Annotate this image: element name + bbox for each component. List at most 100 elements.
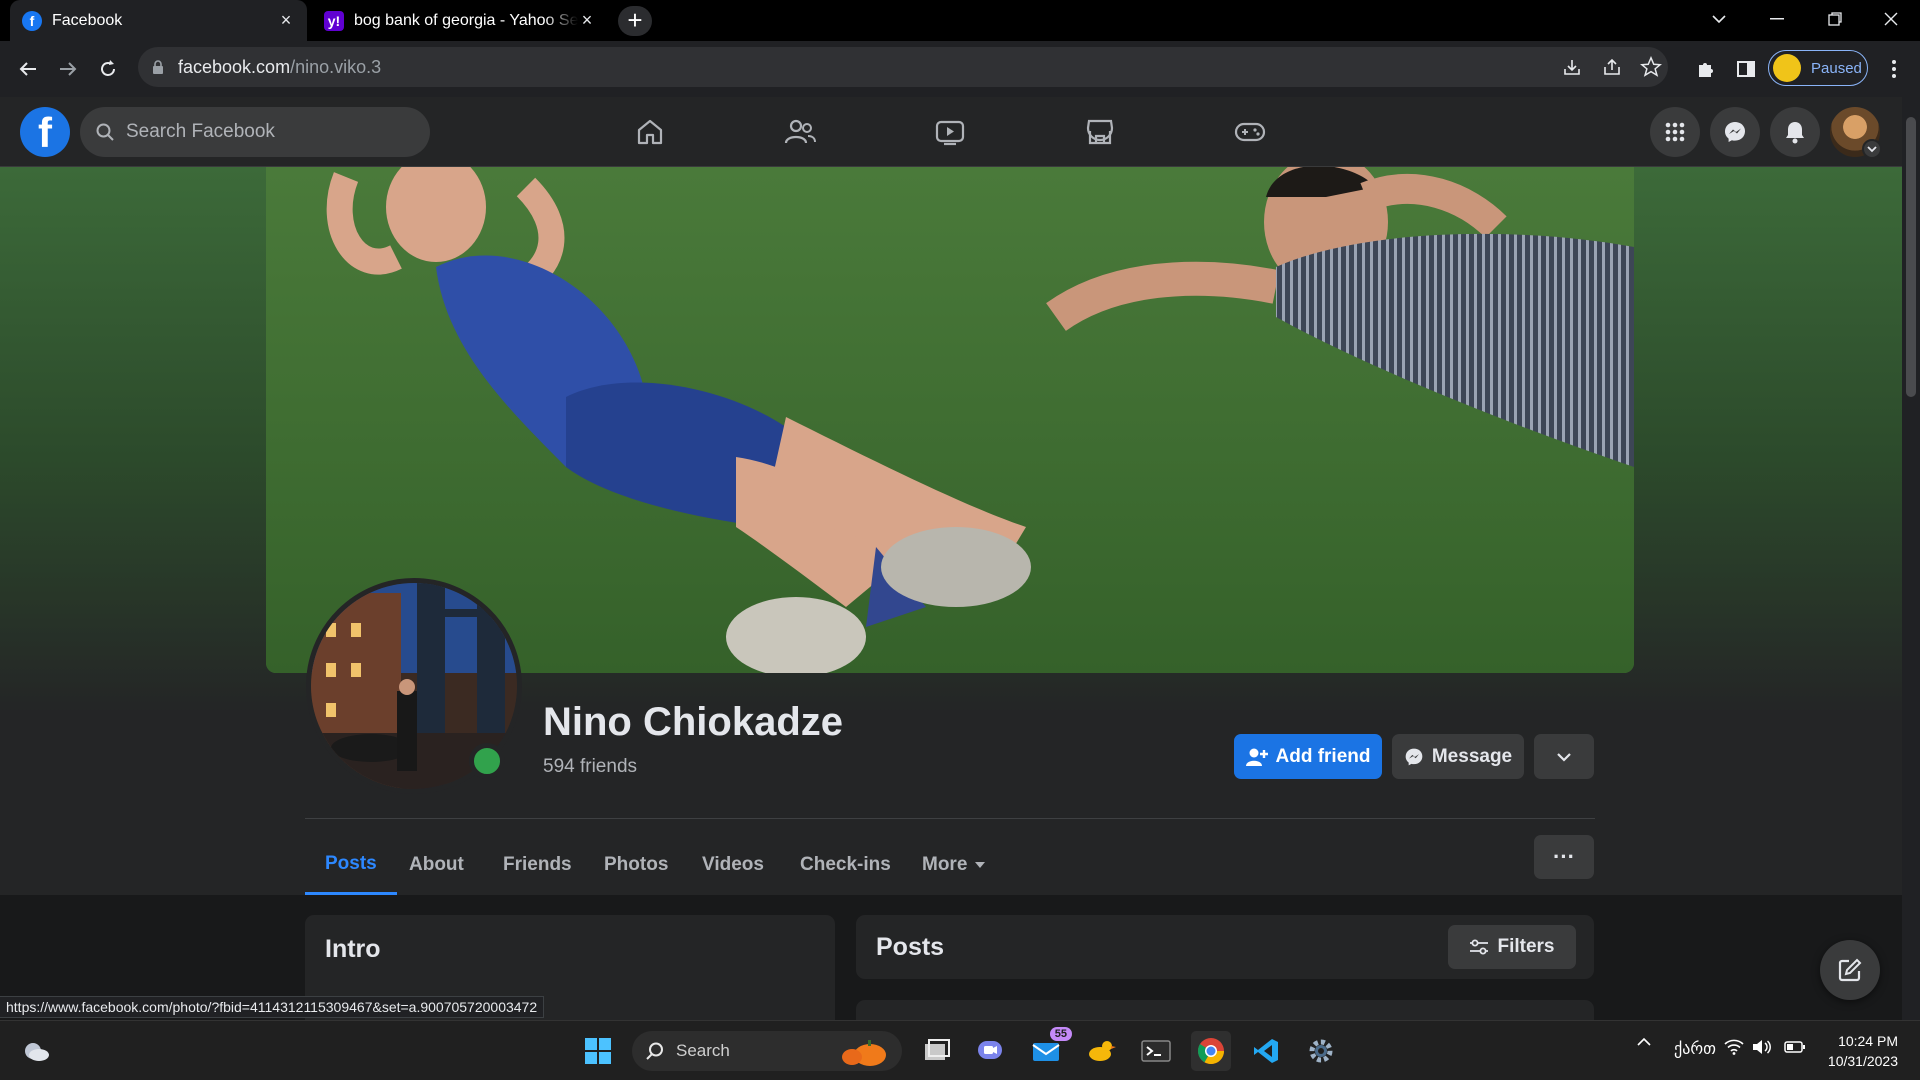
add-friend-button[interactable]: Add friend bbox=[1234, 734, 1382, 779]
facebook-favicon-icon: f bbox=[22, 10, 42, 31]
search-input[interactable] bbox=[126, 121, 406, 143]
facebook-header: f bbox=[0, 97, 1902, 167]
tab-more[interactable]: More bbox=[902, 835, 1005, 895]
friends-count[interactable]: 594 friends bbox=[543, 756, 637, 778]
nav-marketplace-icon[interactable] bbox=[1077, 109, 1123, 155]
profile-paused-button[interactable]: Paused bbox=[1768, 50, 1868, 86]
yahoo-favicon-icon: y! bbox=[324, 10, 344, 31]
tab-close-icon[interactable]: × bbox=[277, 10, 295, 31]
back-icon[interactable] bbox=[14, 55, 42, 83]
link-hover-status: https://www.facebook.com/photo/?fbid=411… bbox=[0, 996, 545, 1018]
vscode-icon[interactable] bbox=[1246, 1031, 1286, 1071]
tab-search-icon[interactable] bbox=[1690, 0, 1748, 38]
tab-friends[interactable]: Friends bbox=[483, 835, 592, 895]
tab-videos[interactable]: Videos bbox=[682, 835, 784, 895]
tab-posts[interactable]: Posts bbox=[305, 835, 397, 895]
tab-title: bog bank of georgia - Yahoo Se bbox=[354, 11, 578, 29]
more-options-button[interactable]: ··· bbox=[1534, 835, 1594, 879]
facebook-logo[interactable]: f bbox=[20, 107, 70, 157]
reload-icon[interactable] bbox=[94, 55, 122, 83]
restore-icon[interactable] bbox=[1806, 0, 1864, 38]
weather-widget-icon[interactable] bbox=[16, 1031, 56, 1071]
browser-toolbar: facebook.com/nino.viko.3 Paused bbox=[0, 41, 1920, 97]
show-hidden-icons-chevron-icon[interactable] bbox=[1636, 1037, 1652, 1047]
profile-avatar-icon bbox=[1773, 54, 1801, 82]
menu-grid-icon[interactable] bbox=[1650, 107, 1700, 157]
mail-unread-badge: 55 bbox=[1049, 1027, 1072, 1041]
nav-friends-icon[interactable] bbox=[777, 109, 823, 155]
profile-status-label: Paused bbox=[1811, 59, 1862, 77]
clock-date: 10/31/2023 bbox=[1827, 1053, 1898, 1069]
tab-close-icon[interactable]: × bbox=[578, 10, 596, 31]
tab-title: Facebook bbox=[52, 11, 123, 29]
install-app-icon[interactable] bbox=[1562, 57, 1582, 77]
profile-divider bbox=[305, 818, 1595, 819]
tab-more-label: More bbox=[922, 854, 968, 875]
posts-title: Posts bbox=[876, 933, 945, 961]
windows-taskbar: Search 55 ქართ 10:24 PM 10/31/2023 bbox=[0, 1020, 1920, 1080]
chrome-taskbar-icon[interactable] bbox=[1191, 1031, 1231, 1071]
messenger-icon[interactable] bbox=[1710, 107, 1760, 157]
task-view-icon[interactable] bbox=[917, 1031, 957, 1071]
new-tab-button[interactable]: + bbox=[618, 6, 652, 36]
account-avatar[interactable] bbox=[1830, 107, 1882, 159]
chevron-down-icon bbox=[1557, 752, 1571, 762]
add-friend-label: Add friend bbox=[1275, 745, 1371, 767]
posts-header-card: Posts Filters bbox=[856, 915, 1594, 979]
forward-icon[interactable] bbox=[54, 55, 82, 83]
lock-icon[interactable] bbox=[152, 59, 164, 75]
system-clock[interactable]: 10:24 PM 10/31/2023 bbox=[1818, 1031, 1898, 1071]
message-label: Message bbox=[1431, 745, 1513, 767]
compose-icon bbox=[1838, 958, 1862, 982]
share-icon[interactable] bbox=[1602, 57, 1622, 77]
page-scrollbar[interactable] bbox=[1902, 97, 1920, 1020]
nav-home-icon[interactable] bbox=[627, 109, 673, 155]
settings-gear-icon[interactable] bbox=[1301, 1031, 1341, 1071]
mail-icon[interactable]: 55 bbox=[1026, 1027, 1072, 1071]
online-status-indicator bbox=[469, 743, 505, 779]
address-bar[interactable]: facebook.com/nino.viko.3 bbox=[138, 47, 1668, 87]
add-person-icon bbox=[1245, 748, 1268, 766]
chevron-down-icon bbox=[1862, 139, 1882, 159]
search-icon bbox=[96, 123, 114, 141]
pumpkin-icon bbox=[842, 1040, 886, 1066]
taskbar-search-label: Search bbox=[676, 1041, 730, 1060]
intro-title: Intro bbox=[325, 935, 381, 963]
windows-start-icon[interactable] bbox=[578, 1031, 618, 1071]
browser-tab-yahoo[interactable]: y! bog bank of georgia - Yahoo Se × bbox=[312, 0, 608, 41]
minimize-icon[interactable] bbox=[1748, 0, 1806, 38]
bookmark-star-icon[interactable] bbox=[1640, 56, 1662, 78]
tab-check-ins[interactable]: Check-ins bbox=[780, 835, 911, 895]
filters-label: Filters bbox=[1497, 936, 1555, 957]
search-icon bbox=[646, 1042, 663, 1060]
volume-icon[interactable] bbox=[1752, 1039, 1772, 1055]
browser-tab-facebook[interactable]: f Facebook × bbox=[10, 0, 307, 41]
scrollbar-thumb[interactable] bbox=[1906, 117, 1916, 397]
message-button[interactable]: Message bbox=[1392, 734, 1524, 779]
wifi-icon[interactable] bbox=[1724, 1039, 1744, 1055]
duck-app-icon[interactable] bbox=[1081, 1031, 1121, 1071]
terminal-icon[interactable] bbox=[1136, 1031, 1176, 1071]
profile-name: Nino Chiokadze bbox=[543, 700, 844, 744]
battery-icon[interactable] bbox=[1784, 1040, 1806, 1054]
taskbar-search[interactable]: Search bbox=[632, 1031, 902, 1071]
browser-tab-strip: f Facebook × y! bog bank of georgia - Ya… bbox=[0, 0, 1920, 41]
extensions-icon[interactable] bbox=[1692, 55, 1720, 83]
side-panel-icon[interactable] bbox=[1732, 55, 1760, 83]
facebook-search[interactable] bbox=[80, 107, 430, 157]
url-text: facebook.com/nino.viko.3 bbox=[178, 56, 382, 77]
profile-options-dropdown[interactable] bbox=[1534, 734, 1594, 779]
chrome-menu-icon[interactable] bbox=[1880, 55, 1908, 83]
tab-about[interactable]: About bbox=[389, 835, 484, 895]
nav-gaming-icon[interactable] bbox=[1227, 109, 1273, 155]
filters-button[interactable]: Filters bbox=[1448, 925, 1576, 969]
input-language[interactable]: ქართ bbox=[1674, 1039, 1716, 1059]
close-window-icon[interactable] bbox=[1862, 0, 1920, 38]
filter-sliders-icon bbox=[1470, 939, 1489, 955]
nav-watch-icon[interactable] bbox=[927, 109, 973, 155]
new-message-compose-button[interactable] bbox=[1820, 940, 1880, 1000]
teams-chat-icon[interactable] bbox=[970, 1031, 1010, 1071]
clock-time: 10:24 PM bbox=[1838, 1033, 1898, 1049]
tab-photos[interactable]: Photos bbox=[584, 835, 688, 895]
notifications-bell-icon[interactable] bbox=[1770, 107, 1820, 157]
